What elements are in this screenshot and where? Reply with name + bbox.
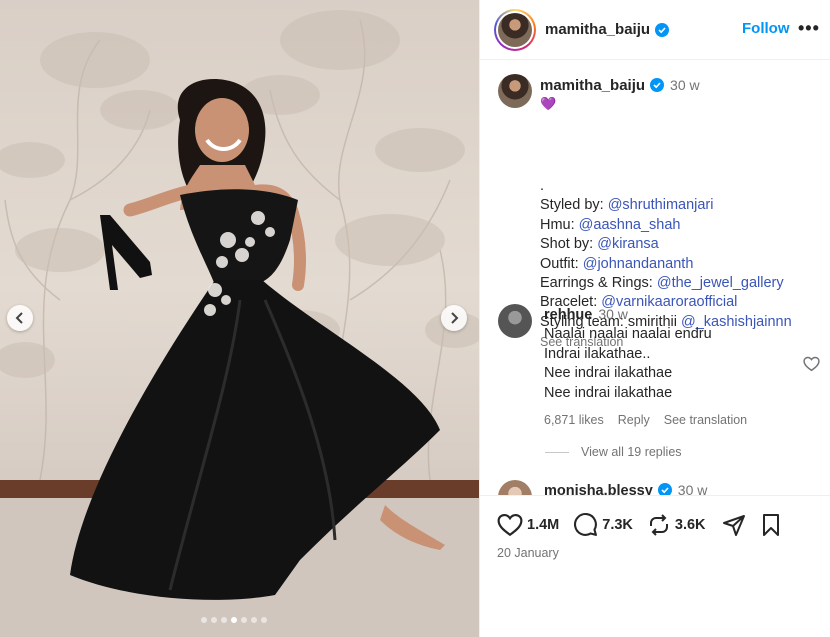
verified-badge-icon: [650, 78, 665, 92]
carousel-dot-active: [231, 617, 237, 623]
caption-line: Styled by: @shruthimanjari: [540, 197, 714, 214]
action-bar: 1.4M 7.3K 3.6K: [497, 512, 782, 537]
carousel-indicator: [201, 617, 267, 623]
likes-count[interactable]: 1.4M: [527, 517, 559, 533]
next-slide-button[interactable]: [441, 305, 467, 331]
caption-line: .: [540, 178, 545, 194]
post-header: mamitha_baiju Follow •••: [480, 0, 830, 60]
heart-icon[interactable]: [803, 356, 820, 372]
avatar[interactable]: [498, 74, 532, 108]
caption-line: Outfit: @johnandananth: [540, 255, 694, 272]
see-translation-link[interactable]: See translation: [664, 411, 747, 430]
carousel-dot: [241, 617, 247, 623]
reposts-count[interactable]: 3.6K: [675, 517, 706, 533]
view-replies-button[interactable]: View all 19 replies: [545, 445, 682, 459]
like-button[interactable]: 1.4M: [497, 513, 559, 537]
carousel-dot: [221, 617, 227, 623]
heart-icon: [497, 513, 523, 536]
bookmark-icon: [762, 513, 779, 536]
caption-username[interactable]: mamitha_baiju: [540, 77, 645, 94]
comments-section[interactable]: mamitha_baiju 30 w 💜 . Styled by: @shruth…: [480, 61, 830, 495]
save-button[interactable]: [760, 513, 782, 537]
reply-button[interactable]: Reply: [618, 411, 650, 430]
divider: [545, 451, 569, 453]
mention-link[interactable]: @shruthimanjari: [608, 197, 714, 213]
chevron-right-icon: [451, 312, 459, 324]
caption-line: Shot by: @kiransa: [540, 236, 659, 253]
avatar[interactable]: [498, 304, 532, 338]
comment-username[interactable]: rehhue: [544, 307, 592, 323]
previous-slide-button[interactable]: [7, 305, 33, 331]
comment-time[interactable]: 30 w: [678, 482, 708, 495]
carousel-dot: [261, 617, 267, 623]
comment-username[interactable]: monisha.blessy: [544, 483, 653, 495]
comment-button[interactable]: 7.3K: [573, 512, 633, 537]
post-photo: [0, 10, 479, 637]
comment-icon: [574, 513, 598, 536]
repost-button[interactable]: 3.6K: [647, 513, 706, 537]
comments-count[interactable]: 7.3K: [602, 517, 633, 533]
avatar[interactable]: [498, 480, 532, 495]
carousel-dot: [251, 617, 257, 623]
story-ring[interactable]: [494, 8, 536, 51]
verified-badge-icon: [655, 22, 670, 37]
mention-link[interactable]: @aashna_shah: [579, 217, 681, 233]
caption-time[interactable]: 30 w: [670, 77, 700, 93]
comment-text-line: Nee indrai ilakathae: [544, 384, 673, 401]
mention-link[interactable]: @johnandananth: [583, 256, 694, 272]
post-footer: 1.4M 7.3K 3.6K 20 January: [480, 495, 830, 637]
comment-text-line: Naalai naalai naalai endru: [544, 326, 712, 343]
carousel-dot: [201, 617, 207, 623]
comment-likes[interactable]: 6,871 likes: [544, 411, 604, 430]
comment-time[interactable]: 30 w: [598, 306, 628, 322]
view-replies-label: View all 19 replies: [581, 445, 682, 459]
avatar: [498, 12, 532, 47]
more-options-button[interactable]: •••: [798, 18, 820, 39]
comment: monisha.blessy 30 w: [498, 480, 707, 495]
post-image[interactable]: [0, 0, 479, 637]
share-button[interactable]: [722, 513, 746, 537]
post-date[interactable]: 20 January: [497, 546, 559, 560]
share-icon: [722, 514, 745, 536]
carousel-dot: [211, 617, 217, 623]
caption-line: Hmu: @aashna_shah: [540, 216, 681, 233]
chevron-left-icon: [15, 312, 23, 324]
comment-text-line: Nee indrai ilakathae: [544, 365, 673, 382]
mention-link[interactable]: @kiransa: [597, 236, 658, 252]
caption-emoji: 💜: [540, 96, 557, 111]
verified-badge-icon: [657, 483, 672, 495]
caption-line: Earrings & Rings: @the_jewel_gallery: [540, 275, 784, 292]
repost-icon: [649, 513, 668, 536]
comment-text-line: Indrai ilakathae..: [544, 345, 651, 362]
author-username[interactable]: mamitha_baiju: [545, 21, 650, 38]
follow-button[interactable]: Follow: [742, 20, 790, 37]
mention-link[interactable]: @the_jewel_gallery: [657, 275, 784, 291]
post-sidebar: mamitha_baiju Follow ••• mamitha_baiju 30…: [479, 0, 830, 637]
